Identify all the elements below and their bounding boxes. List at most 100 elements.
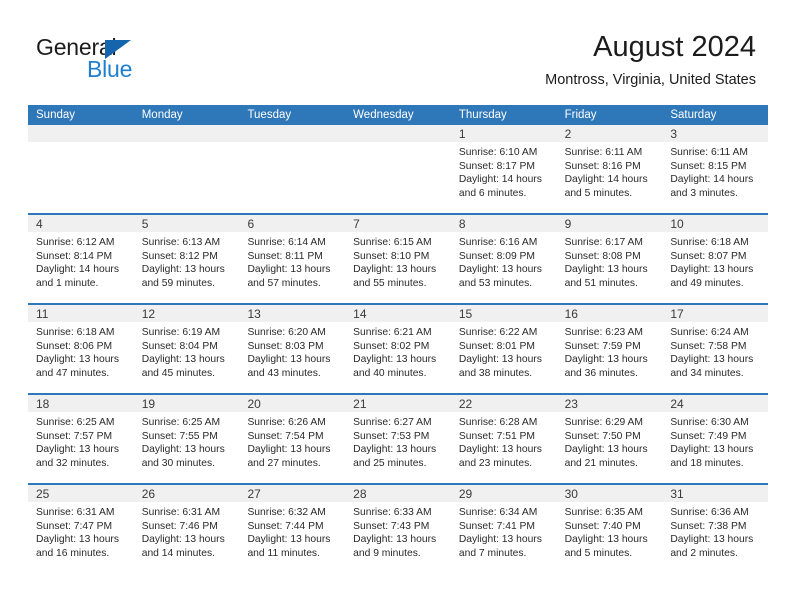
daylight-text-line2: and 7 minutes. — [458, 547, 527, 559]
sunset-text: Sunset: 8:07 PM — [670, 250, 747, 262]
day-cell[interactable]: 1 Sunrise: 6:10 AM Sunset: 8:17 PM Daylight… — [450, 125, 557, 213]
daylight-text-line1: Daylight: 13 hours — [141, 444, 225, 456]
calendar-grid: Sunday Monday Tuesday Wednesday Thursday… — [28, 105, 769, 573]
daylight-text-line2: and 2 minutes. — [670, 547, 738, 559]
day-cell[interactable]: 29 Sunrise: 6:34 AM Sunset: 7:41 PM Dayligh… — [450, 485, 557, 573]
day-number: 20 — [247, 397, 261, 411]
day-info: Sunrise: 6:31 AM Sunset: 7:47 PM Daylight:… — [28, 502, 134, 560]
day-cell[interactable]: 30 Sunrise: 6:35 AM Sunset: 7:40 PM Dayligh… — [556, 485, 663, 573]
day-cell[interactable]: 25 Sunrise: 6:31 AM Sunset: 7:47 PM Dayligh… — [28, 485, 134, 573]
sunset-text: Sunset: 7:47 PM — [36, 520, 113, 532]
day-number-band: 2 — [556, 125, 663, 142]
day-number-band: 29 — [450, 485, 557, 502]
sunrise-text: Sunrise: 6:11 AM — [564, 147, 643, 158]
general-blue-logo[interactable]: General Blue — [36, 34, 256, 86]
day-cell[interactable]: 5 Sunrise: 6:13 AM Sunset: 8:12 PM Daylight… — [133, 215, 240, 303]
sunset-text: Sunset: 8:16 PM — [564, 160, 641, 172]
day-number-band: 22 — [450, 395, 557, 412]
daylight-text-line2: and 55 minutes. — [353, 277, 427, 289]
day-cell[interactable]: 3 Sunrise: 6:11 AM Sunset: 8:15 PM Daylight… — [662, 125, 769, 213]
day-number-band: 5 — [133, 215, 240, 232]
day-number-band: 20 — [239, 395, 346, 412]
daylight-text-line2: and 14 minutes. — [141, 547, 215, 559]
day-cell[interactable]: 16 Sunrise: 6:23 AM Sunset: 7:59 PM Dayligh… — [556, 305, 663, 393]
sunrise-text: Sunrise: 6:26 AM — [247, 417, 326, 428]
day-cell[interactable]: 11 Sunrise: 6:18 AM Sunset: 8:06 PM Dayligh… — [28, 305, 134, 393]
day-number-band: 21 — [345, 395, 451, 412]
daylight-text-line2: and 57 minutes. — [247, 277, 321, 289]
day-cell[interactable]: 7 Sunrise: 6:15 AM Sunset: 8:10 PM Daylight… — [345, 215, 451, 303]
sunset-text: Sunset: 7:41 PM — [458, 520, 536, 532]
day-cell[interactable]: 22 Sunrise: 6:28 AM Sunset: 7:51 PM Dayligh… — [450, 395, 557, 483]
day-cell[interactable]: 24 Sunrise: 6:30 AM Sunset: 7:49 PM Dayligh… — [662, 395, 769, 483]
day-number: 5 — [141, 217, 149, 231]
daylight-text-line2: and 5 minutes. — [564, 187, 633, 199]
day-info: Sunrise: 6:11 AM Sunset: 8:15 PM Daylight:… — [662, 142, 768, 200]
day-number: 10 — [670, 217, 684, 231]
daylight-text-line1: Daylight: 13 hours — [670, 444, 754, 456]
sunrise-text: Sunrise: 6:25 AM — [141, 417, 221, 428]
day-cell[interactable]: 15 Sunrise: 6:22 AM Sunset: 8:01 PM Dayligh… — [450, 305, 557, 393]
day-cell[interactable]: 18 Sunrise: 6:25 AM Sunset: 7:57 PM Dayligh… — [28, 395, 134, 483]
day-cell[interactable]: 31 Sunrise: 6:36 AM Sunset: 7:38 PM Dayligh… — [662, 485, 769, 573]
day-cell[interactable]: 4 Sunrise: 6:12 AM Sunset: 8:14 PM Daylight… — [28, 215, 134, 303]
day-cell[interactable]: 21 Sunrise: 6:27 AM Sunset: 7:53 PM Dayligh… — [345, 395, 451, 483]
weekday-header-wednesday: Wednesday — [353, 109, 414, 121]
day-cell[interactable]: 27 Sunrise: 6:32 AM Sunset: 7:44 PM Dayligh… — [239, 485, 346, 573]
sunset-text: Sunset: 7:51 PM — [458, 430, 536, 442]
sunset-text: Sunset: 7:38 PM — [670, 520, 747, 532]
day-info: Sunrise: 6:25 AM Sunset: 7:57 PM Daylight:… — [28, 412, 134, 470]
daylight-text-line1: Daylight: 14 hours — [670, 174, 754, 186]
sunrise-text: Sunrise: 6:23 AM — [564, 327, 644, 338]
sunset-text: Sunset: 7:43 PM — [353, 520, 430, 532]
day-cell[interactable]: 12 Sunrise: 6:19 AM Sunset: 8:04 PM Dayligh… — [133, 305, 240, 393]
daylight-text-line2: and 36 minutes. — [564, 367, 638, 379]
day-cell[interactable]: 20 Sunrise: 6:26 AM Sunset: 7:54 PM Dayligh… — [239, 395, 346, 483]
day-cell[interactable]: 6 Sunrise: 6:14 AM Sunset: 8:11 PM Daylight… — [239, 215, 346, 303]
weekday-header-row: Sunday Monday Tuesday Wednesday Thursday… — [28, 105, 768, 125]
title-block: August 2024 Montross, Virginia, United S… — [545, 30, 756, 89]
daylight-text-line2: and 23 minutes. — [458, 457, 533, 469]
day-info — [345, 142, 451, 146]
day-cell[interactable]: 8 Sunrise: 6:16 AM Sunset: 8:09 PM Daylight… — [450, 215, 557, 303]
sunrise-text: Sunrise: 6:24 AM — [670, 327, 749, 338]
page-title: August 2024 — [593, 31, 756, 63]
sunrise-text: Sunrise: 6:33 AM — [353, 507, 432, 518]
day-info: Sunrise: 6:14 AM Sunset: 8:11 PM Daylight:… — [239, 232, 345, 290]
day-number-band: 9 — [556, 215, 663, 232]
sunrise-text: Sunrise: 6:10 AM — [458, 147, 538, 158]
day-number: 24 — [670, 397, 684, 411]
sunset-text: Sunset: 7:54 PM — [247, 430, 324, 442]
sunset-text: Sunset: 8:14 PM — [36, 250, 113, 262]
day-cell[interactable]: 13 Sunrise: 6:20 AM Sunset: 8:03 PM Dayligh… — [239, 305, 346, 393]
day-cell[interactable]: 23 Sunrise: 6:29 AM Sunset: 7:50 PM Dayligh… — [556, 395, 663, 483]
day-number-band: 16 — [556, 305, 663, 322]
day-number: 14 — [353, 307, 367, 321]
day-cell[interactable]: 26 Sunrise: 6:31 AM Sunset: 7:46 PM Dayligh… — [133, 485, 240, 573]
daylight-text-line2: and 27 minutes. — [247, 457, 321, 469]
day-info: Sunrise: 6:24 AM Sunset: 7:58 PM Daylight:… — [662, 322, 768, 380]
day-cell[interactable]: 19 Sunrise: 6:25 AM Sunset: 7:55 PM Dayligh… — [133, 395, 240, 483]
day-cell[interactable]: 10 Sunrise: 6:18 AM Sunset: 8:07 PM Dayligh… — [662, 215, 769, 303]
week-row: 25 Sunrise: 6:31 AM Sunset: 7:47 PM Dayligh… — [28, 483, 769, 573]
logo-text-blue: Blue — [87, 56, 133, 82]
daylight-text-line1: Daylight: 14 hours — [36, 264, 119, 276]
day-info: Sunrise: 6:23 AM Sunset: 7:59 PM Daylight:… — [557, 322, 663, 380]
sunset-text: Sunset: 7:50 PM — [564, 430, 641, 442]
daylight-text-line2: and 6 minutes. — [458, 187, 527, 199]
daylight-text-line1: Daylight: 14 hours — [458, 174, 542, 186]
sunrise-text: Sunrise: 6:30 AM — [670, 417, 749, 428]
day-cell[interactable]: 28 Sunrise: 6:33 AM Sunset: 7:43 PM Dayligh… — [345, 485, 451, 573]
weekday-header-thursday: Thursday — [458, 109, 507, 121]
day-cell[interactable]: 14 Sunrise: 6:21 AM Sunset: 8:02 PM Dayligh… — [345, 305, 451, 393]
day-number-band: 19 — [133, 395, 240, 412]
day-number: 30 — [564, 487, 578, 501]
sunrise-text: Sunrise: 6:21 AM — [353, 327, 432, 338]
day-number: 31 — [670, 487, 684, 501]
daylight-text-line1: Daylight: 13 hours — [36, 354, 119, 366]
day-cell[interactable]: 17 Sunrise: 6:24 AM Sunset: 7:58 PM Dayligh… — [662, 305, 769, 393]
day-cell[interactable]: 9 Sunrise: 6:17 AM Sunset: 8:08 PM Daylight… — [556, 215, 663, 303]
day-number-band: 10 — [662, 215, 769, 232]
sunset-text: Sunset: 8:08 PM — [564, 250, 641, 262]
day-cell[interactable]: 2 Sunrise: 6:11 AM Sunset: 8:16 PM Daylight… — [556, 125, 663, 213]
